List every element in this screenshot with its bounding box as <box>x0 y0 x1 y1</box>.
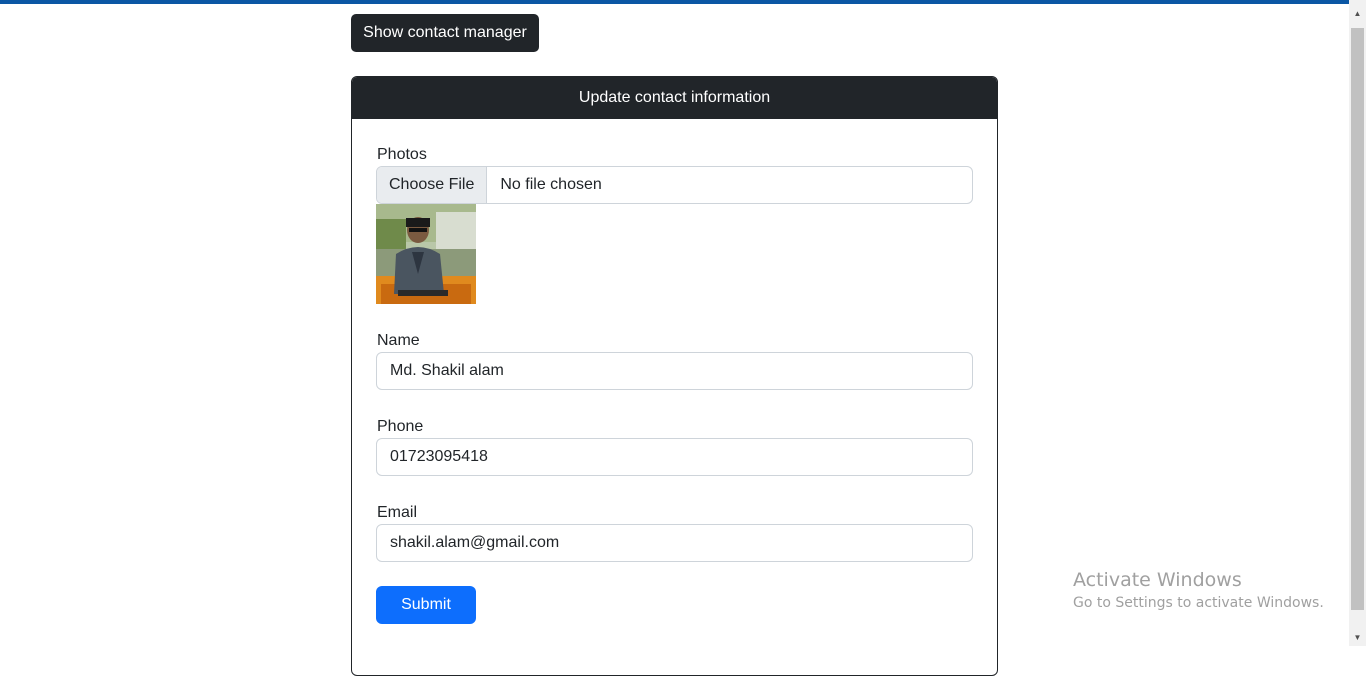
email-label: Email <box>377 504 418 521</box>
phone-input[interactable] <box>376 438 973 476</box>
scrollbar-thumb[interactable] <box>1351 28 1364 610</box>
activate-windows-title: Activate Windows <box>1073 569 1242 591</box>
vertical-scrollbar[interactable]: ▲ ▼ <box>1349 0 1366 646</box>
choose-file-button[interactable]: Choose File <box>377 167 488 203</box>
card-header-title: Update contact information <box>352 77 997 119</box>
browser-top-strip <box>0 0 1366 4</box>
email-input[interactable] <box>376 524 973 562</box>
photos-label: Photos <box>377 146 427 163</box>
photos-file-input[interactable]: Choose File No file chosen <box>376 166 973 204</box>
name-input[interactable] <box>376 352 973 390</box>
file-status-text: No file chosen <box>500 176 602 193</box>
show-contact-manager-button[interactable]: Show contact manager <box>351 14 539 52</box>
contact-photo <box>376 204 476 304</box>
activate-windows-watermark: Activate Windows Go to Settings to activ… <box>1073 569 1324 611</box>
submit-button[interactable]: Submit <box>376 586 476 624</box>
activate-windows-subtitle: Go to Settings to activate Windows. <box>1073 595 1324 611</box>
phone-label: Phone <box>377 418 424 435</box>
name-label: Name <box>377 332 420 349</box>
update-contact-card: Update contact information Photos Choose… <box>351 76 998 676</box>
scroll-down-icon[interactable]: ▼ <box>1349 629 1366 646</box>
scroll-up-icon[interactable]: ▲ <box>1349 5 1366 22</box>
